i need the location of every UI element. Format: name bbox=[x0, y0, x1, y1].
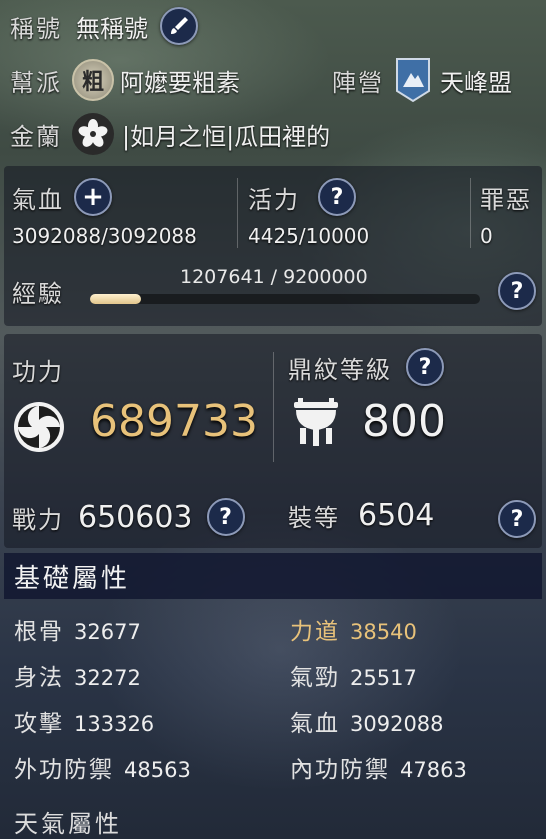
attr-value: 25517 bbox=[350, 666, 417, 690]
attr-item: 外功防禦 48563 bbox=[14, 750, 191, 784]
attr-item: 根骨 32677 bbox=[14, 612, 141, 646]
combat-help-button[interactable]: ? bbox=[206, 498, 245, 536]
hp-label: 氣血 bbox=[12, 185, 64, 214]
combat-value: 650603 bbox=[78, 499, 193, 535]
camp-row: 陣營 天峰盟 bbox=[332, 57, 512, 103]
divider bbox=[237, 178, 238, 248]
help-icon: ? bbox=[418, 354, 432, 380]
attr-key: 攻擊 bbox=[14, 711, 64, 737]
help-icon: ? bbox=[510, 506, 524, 532]
attr-key: 外功防禦 bbox=[14, 757, 114, 783]
title-value: 無稱號 bbox=[76, 14, 148, 43]
exp-value: 1207641 / 9200000 bbox=[180, 266, 368, 288]
attr-item: 身法 32272 bbox=[14, 658, 141, 692]
hp-plus-button[interactable]: + bbox=[74, 178, 112, 216]
attr-key: 內功防禦 bbox=[290, 757, 390, 783]
hp-value: 3092088/3092088 bbox=[12, 224, 197, 248]
brush-icon bbox=[171, 17, 188, 34]
title-label: 稱號 bbox=[10, 14, 62, 43]
basic-attrs-header: 基礎屬性 bbox=[4, 553, 542, 599]
stats-panel: 氣血 + 3092088/3092088 活力 ? 4425/10000 罪惡 … bbox=[4, 166, 542, 326]
combat-row: 戰力 650603 ? bbox=[12, 498, 245, 536]
exp-bar bbox=[90, 294, 480, 304]
cauldron-icon bbox=[288, 396, 344, 454]
attr-value: 32272 bbox=[74, 666, 141, 690]
jinlan-label: 金蘭 bbox=[10, 122, 62, 151]
swirl-icon bbox=[12, 400, 66, 458]
gear-row: 裝等 6504 bbox=[288, 498, 434, 533]
attr-key: 氣勁 bbox=[290, 665, 340, 691]
attr-item: 內功防禦 47863 bbox=[290, 750, 467, 784]
dingwen-label: 鼎紋等級 bbox=[288, 355, 392, 384]
attr-value: 47863 bbox=[400, 758, 467, 782]
divider bbox=[470, 178, 471, 248]
gear-help-button[interactable]: ? bbox=[498, 500, 536, 538]
attr-key: 力道 bbox=[290, 619, 340, 645]
exp-help-button[interactable]: ? bbox=[498, 272, 536, 310]
vigor-label: 活力 bbox=[248, 185, 300, 214]
gongli-value: 689733 bbox=[90, 396, 258, 447]
camp-flag-icon bbox=[394, 57, 432, 103]
dingwen-header: 鼎紋等級 ? bbox=[288, 348, 444, 386]
attr-value: 48563 bbox=[124, 758, 191, 782]
title-row: 稱號 無稱號 bbox=[10, 6, 198, 46]
attr-value: 3092088 bbox=[350, 712, 444, 736]
help-icon: ? bbox=[330, 184, 344, 210]
vigor-help-button[interactable]: ? bbox=[318, 178, 356, 216]
attr-value: 133326 bbox=[74, 712, 155, 736]
basic-attrs-title: 基礎屬性 bbox=[14, 563, 131, 594]
attr-value: 38540 bbox=[350, 620, 417, 644]
vigor-header: 活力 ? bbox=[248, 178, 356, 216]
attr-key: 身法 bbox=[14, 665, 64, 691]
next-section-title: 天氣屬性 bbox=[14, 810, 122, 838]
attr-item: 力道 38540 bbox=[290, 612, 417, 646]
hp-header: 氣血 + bbox=[12, 178, 112, 216]
sin-label: 罪惡 bbox=[480, 186, 532, 214]
help-icon: ? bbox=[510, 278, 524, 304]
gear-value: 6504 bbox=[358, 498, 435, 533]
exp-bar-fill bbox=[90, 294, 142, 304]
guild-badge-icon: 粗 bbox=[72, 59, 114, 101]
jinlan-row: 金蘭 |如月之恒|瓜田裡的 bbox=[10, 112, 330, 156]
dingwen-help-button[interactable]: ? bbox=[406, 348, 444, 386]
combat-label: 戰力 bbox=[12, 505, 64, 534]
plus-icon: + bbox=[82, 182, 104, 212]
attr-value: 32677 bbox=[74, 620, 141, 644]
attr-key: 根骨 bbox=[14, 619, 64, 645]
help-icon: ? bbox=[219, 504, 232, 530]
jinlan-value: |如月之恒|瓜田裡的 bbox=[122, 122, 331, 151]
attr-item: 氣勁 25517 bbox=[290, 658, 417, 692]
edit-title-button[interactable] bbox=[160, 7, 198, 45]
attr-item: 氣血 3092088 bbox=[290, 704, 444, 738]
camp-label: 陣營 bbox=[332, 68, 384, 97]
guild-name-link[interactable]: 阿嬤要粗素 bbox=[120, 63, 240, 98]
divider bbox=[273, 352, 274, 462]
vigor-value: 4425/10000 bbox=[248, 224, 370, 248]
exp-label: 經驗 bbox=[12, 280, 64, 308]
attr-key: 氣血 bbox=[290, 711, 340, 737]
gongli-label: 功力 bbox=[12, 358, 64, 386]
guild-label: 幫派 bbox=[10, 68, 62, 97]
next-section-clip: 天氣屬性 bbox=[14, 794, 122, 839]
guild-row: 幫派 粗 阿嬤要粗素 bbox=[10, 58, 240, 102]
dingwen-value: 800 bbox=[362, 396, 446, 447]
sin-value: 0 bbox=[480, 224, 493, 248]
camp-value: 天峰盟 bbox=[440, 68, 512, 97]
power-panel: 功力 689733 鼎紋等級 ? 800 戰力 650603 ? 裝等 6504… bbox=[4, 334, 542, 548]
gear-label: 裝等 bbox=[288, 504, 340, 532]
attr-item: 攻擊 133326 bbox=[14, 704, 154, 738]
flower-icon bbox=[72, 113, 114, 155]
